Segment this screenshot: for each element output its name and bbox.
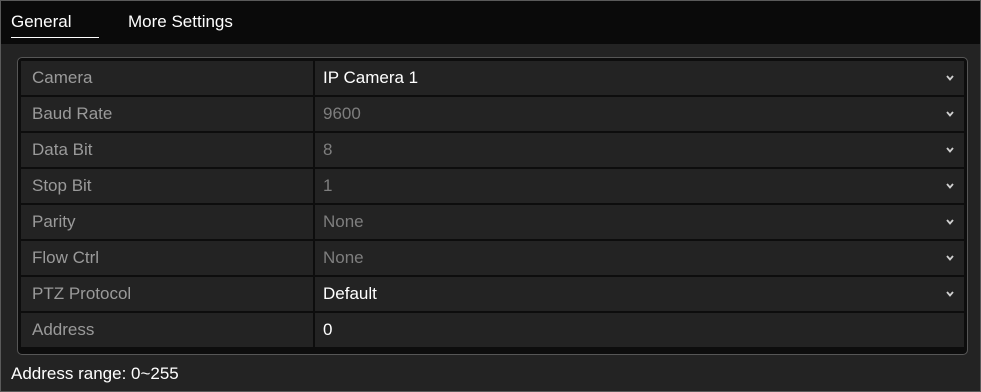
parity-value: None — [323, 212, 364, 231]
chevron-down-icon[interactable] — [946, 169, 956, 203]
row-baud-rate: Baud Rate 9600 — [21, 97, 964, 131]
row-camera: Camera IP Camera 1 — [21, 61, 964, 95]
flow-ctrl-select[interactable]: None — [315, 241, 964, 275]
camera-value: IP Camera 1 — [323, 68, 419, 87]
row-parity: Parity None — [21, 205, 964, 239]
ptz-protocol-label: PTZ Protocol — [21, 277, 313, 311]
camera-label: Camera — [21, 61, 313, 95]
row-flow-ctrl: Flow Ctrl None — [21, 241, 964, 275]
row-ptz-protocol: PTZ Protocol Default — [21, 277, 964, 311]
stop-bit-value: 1 — [323, 176, 333, 195]
flow-ctrl-value: None — [323, 248, 364, 267]
address-value: 0 — [323, 320, 333, 339]
baud-rate-select[interactable]: 9600 — [315, 97, 964, 131]
stop-bit-label: Stop Bit — [21, 169, 313, 203]
row-address: Address 0 — [21, 313, 964, 347]
stop-bit-select[interactable]: 1 — [315, 169, 964, 203]
chevron-down-icon[interactable] — [946, 205, 956, 239]
chevron-down-icon[interactable] — [946, 277, 956, 311]
tab-bar: General More Settings — [1, 1, 980, 44]
chevron-down-icon[interactable] — [946, 241, 956, 275]
parity-select[interactable]: None — [315, 205, 964, 239]
ptz-protocol-select[interactable]: Default — [315, 277, 964, 311]
baud-rate-label: Baud Rate — [21, 97, 313, 131]
baud-rate-value: 9600 — [323, 104, 361, 123]
camera-select[interactable]: IP Camera 1 — [315, 61, 964, 95]
chevron-down-icon[interactable] — [946, 61, 956, 95]
active-tab-indicator — [11, 37, 99, 38]
flow-ctrl-label: Flow Ctrl — [21, 241, 313, 275]
data-bit-value: 8 — [323, 140, 333, 159]
address-input[interactable]: 0 — [315, 313, 964, 347]
ptz-settings-window: General More Settings Camera IP Camera 1… — [0, 0, 981, 392]
tab-more-settings[interactable]: More Settings — [128, 12, 233, 32]
parity-label: Parity — [21, 205, 313, 239]
address-range-hint: Address range: 0~255 — [11, 364, 179, 383]
settings-panel: Camera IP Camera 1 Baud Rate 9600 Data B… — [17, 57, 968, 355]
row-data-bit: Data Bit 8 — [21, 133, 964, 167]
tab-general[interactable]: General — [11, 12, 71, 32]
chevron-down-icon[interactable] — [946, 133, 956, 167]
chevron-down-icon[interactable] — [946, 97, 956, 131]
data-bit-label: Data Bit — [21, 133, 313, 167]
row-stop-bit: Stop Bit 1 — [21, 169, 964, 203]
data-bit-select[interactable]: 8 — [315, 133, 964, 167]
ptz-protocol-value: Default — [323, 284, 377, 303]
address-label: Address — [21, 313, 313, 347]
